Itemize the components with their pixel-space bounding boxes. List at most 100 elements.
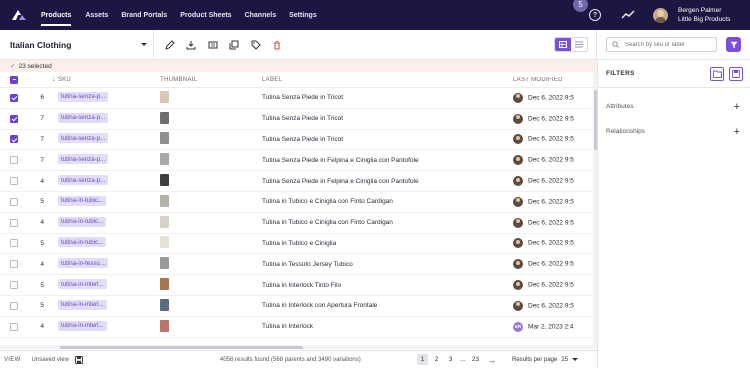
add-attribute-filter-icon[interactable]: + [734,102,740,113]
row-checkbox[interactable] [10,177,18,186]
product-label: Tutina in Interlock con Apertura Frontal… [262,302,378,310]
last-modified-date: Dec 6, 2022 9:5 [528,260,574,268]
sku-link[interactable]: tutina-in-interl... [58,320,107,331]
nav-tab-products[interactable]: Products [41,0,85,30]
product-thumbnail[interactable] [160,257,169,270]
filter-section-relationships[interactable]: Relationships [606,128,645,135]
row-checkbox[interactable] [10,156,18,165]
sku-link[interactable]: tutina-in-tubic... [58,216,107,227]
sku-link[interactable]: tutina-senza-p... [58,175,109,186]
column-header-sku[interactable]: ↓ SKU [50,76,140,83]
sort-down-icon[interactable]: ↓ [52,76,56,83]
table-row[interactable]: 7 tutina-senza-p... Tutina Senza Piede in … [0,130,593,151]
select-all-checkbox[interactable] [10,75,18,84]
row-checkbox[interactable] [10,260,18,269]
bulk-edit-icon[interactable] [207,39,218,50]
table-row[interactable]: 7 tutina-senza-p... Tutina Senza Piede in … [0,109,593,130]
row-checkbox[interactable] [10,93,18,102]
product-thumbnail[interactable] [160,111,169,124]
page-button[interactable]: 3 [445,354,456,365]
table-row[interactable]: 4 tutina-in-tubic... Tutina in Tubico e Ci… [0,213,593,234]
per-page-value[interactable]: 25 [561,357,568,363]
table-row[interactable]: 5 tutina-in-interl... Tutina in Interlock … [0,296,593,317]
row-select-cell [0,114,26,123]
help-button[interactable]: 5 ? [573,0,603,23]
open-folder-button[interactable] [710,67,724,81]
nav-tab-settings[interactable]: Settings [289,0,330,30]
user-avatar[interactable] [653,7,668,23]
row-checkbox[interactable] [10,114,18,123]
sku-link[interactable]: tutina-in-tubic... [58,195,107,206]
download-icon[interactable] [186,39,197,50]
filter-toggle-button[interactable] [726,37,741,52]
results-per-page[interactable]: Results per page 25 [512,357,579,363]
edit-icon[interactable] [164,39,175,50]
copy-icon[interactable] [229,39,240,50]
row-checkbox[interactable] [10,322,18,331]
column-header-label[interactable]: LABEL [246,77,513,83]
product-thumbnail[interactable] [160,236,169,249]
product-thumbnail[interactable] [160,132,169,145]
nav-tab-product-sheets[interactable]: Product Sheets [180,0,244,30]
product-thumbnail[interactable] [160,215,169,228]
horizontal-scrollbar[interactable] [0,345,593,349]
page-button[interactable]: 1 [417,354,428,365]
nav-tab-brand-portals[interactable]: Brand Portals [121,0,180,30]
row-checkbox[interactable] [10,197,18,206]
filter-section-attributes[interactable]: Attributes [606,103,633,110]
row-checkbox[interactable] [10,135,18,144]
table-row[interactable]: 4 tutina-in-tessu... Tutina in Tessuto Jer… [0,254,593,276]
product-thumbnail[interactable] [160,90,169,103]
product-thumbnail[interactable] [160,298,169,311]
add-relationship-filter-icon[interactable]: + [734,127,740,138]
product-thumbnail[interactable] [160,174,169,187]
search-input[interactable] [625,41,715,48]
sku-link[interactable]: tutina-in-interl... [58,279,107,290]
table-row[interactable]: 5 tutina-in-tubic... Tutina in Tubico e Ci… [0,234,593,255]
list-view-button[interactable] [571,38,587,51]
sku-link[interactable]: tutina-senza-p... [58,133,109,144]
row-select-cell [0,260,26,269]
table-row[interactable]: 6 tutina-senza-p... Tutina Senza Piede in … [0,88,593,109]
trash-icon[interactable] [272,39,283,50]
sku-link[interactable]: tutina-senza-p... [58,91,109,102]
app-logo-icon[interactable] [11,8,29,22]
table-row[interactable]: 5 tutina-in-interl... Tutina in Interlock … [0,275,593,296]
save-filter-button[interactable] [729,67,743,81]
sku-link[interactable]: tutina-in-interl... [58,299,107,310]
notification-badge[interactable]: 5 [573,0,588,12]
help-icon[interactable]: ? [589,9,601,21]
column-header-thumbnail[interactable]: THUMBNAIL [140,77,246,83]
row-checkbox[interactable] [10,218,18,227]
save-view-icon[interactable] [74,355,83,364]
table-row[interactable]: 5 tutina-in-tubic... Tutina in Tubico e Ci… [0,192,593,213]
tag-icon[interactable] [250,39,261,50]
nav-tab-channels[interactable]: Channels [245,0,290,30]
table-view-button[interactable] [555,38,571,51]
product-thumbnail[interactable] [160,153,169,166]
table-row[interactable]: 4 tutina-in-interl... Tutina in Interlock E… [0,317,593,338]
sku-link[interactable]: tutina-in-tessu... [58,258,109,269]
table-row[interactable]: 4 tutina-senza-p... Tutina Senza Piede in … [0,171,593,192]
table-row[interactable]: 7 tutina-senza-p... Tutina Senza Piede in … [0,150,593,172]
row-checkbox[interactable] [10,239,18,248]
view-selector[interactable]: Unsaved view [32,357,69,363]
sku-link[interactable]: tutina-senza-p... [58,154,109,165]
sku-link[interactable]: tutina-senza-p... [58,112,109,123]
row-checkbox[interactable] [10,281,18,290]
user-menu[interactable]: Bergen Palmer Little Big Products [678,6,750,24]
row-checkbox[interactable] [10,301,18,310]
next-page-icon[interactable]: → [487,355,496,365]
product-thumbnail[interactable] [160,278,169,291]
search-box[interactable] [606,37,717,52]
sku-link[interactable]: tutina-in-tubic... [58,237,107,248]
nav-tab-assets[interactable]: Assets [85,0,121,30]
product-thumbnail[interactable] [160,194,169,207]
column-header-last-modified[interactable]: LAST MODIFIED [513,77,593,83]
page-button[interactable]: 2 [431,354,442,365]
last-modified-date: Dec 6, 2022 9:5 [528,156,574,164]
product-thumbnail[interactable] [160,319,169,332]
catalog-selector[interactable]: Italian Clothing [10,35,153,55]
activity-chart-icon[interactable] [621,10,635,20]
page-button[interactable]: 23 [470,354,481,365]
